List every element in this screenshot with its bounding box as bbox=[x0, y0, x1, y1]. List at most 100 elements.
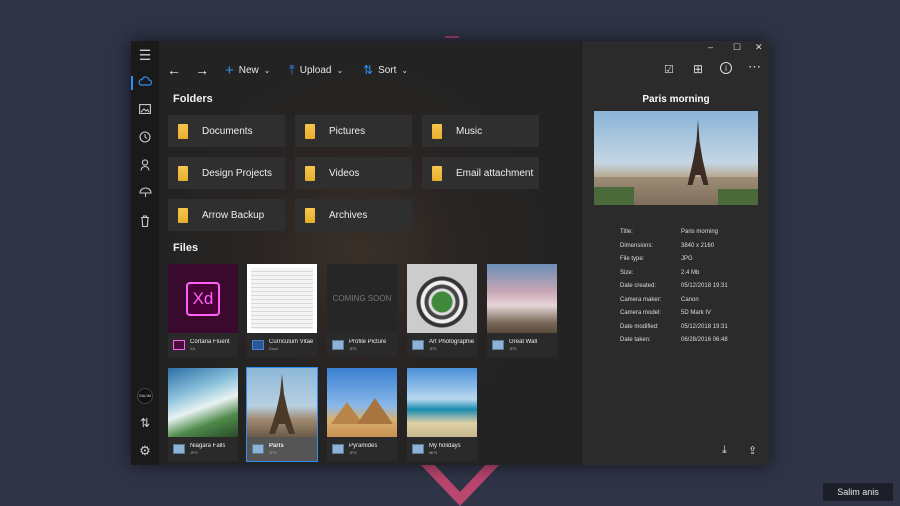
minimize-button[interactable]: – bbox=[708, 42, 713, 52]
property-row: Camera model: 5D Mark IV bbox=[620, 310, 728, 324]
document-thumbnail bbox=[247, 264, 317, 333]
pyramids-thumbnail bbox=[327, 368, 397, 437]
detail-preview-image bbox=[594, 111, 758, 205]
property-value: 05/12/2018 19:31 bbox=[681, 323, 728, 330]
new-button[interactable]: + New ⌄ bbox=[225, 57, 270, 83]
folder-label: Music bbox=[456, 125, 483, 137]
close-button[interactable]: ✕ bbox=[755, 42, 763, 53]
folder-documents[interactable]: Documents bbox=[168, 115, 285, 147]
download-icon[interactable]: ⤓ bbox=[722, 444, 727, 457]
file-tile[interactable]: Pyramides JPG bbox=[327, 368, 397, 461]
property-key: File type: bbox=[620, 256, 645, 262]
property-value: Canon bbox=[681, 296, 699, 303]
property-row: Date modified: 05/12/2018 19:31 bbox=[620, 324, 728, 338]
file-name: Pyramides bbox=[349, 443, 378, 449]
folder-icon bbox=[178, 207, 188, 223]
back-arrow-icon: ← bbox=[167, 62, 181, 78]
avatar[interactable]: SALIM bbox=[137, 388, 153, 404]
property-value: Paris morning bbox=[681, 229, 719, 235]
hamburger-icon[interactable]: ☰ bbox=[137, 47, 153, 63]
sort-button[interactable]: ⇅ Sort ⌄ bbox=[363, 57, 408, 83]
upload-button[interactable]: ⤒ Upload ⌄ bbox=[289, 57, 343, 83]
photos-icon[interactable] bbox=[137, 103, 153, 119]
folder-arrow-backup[interactable]: Arrow Backup bbox=[168, 199, 285, 231]
file-tile-selected[interactable]: Paris JPG bbox=[246, 367, 318, 462]
property-row: Date taken: 06/28/2016 06:48 bbox=[620, 337, 728, 351]
property-key: Camera model: bbox=[620, 310, 662, 316]
nav-rail: ☰ SALIM ⇅ ⚙ bbox=[131, 41, 159, 465]
cloud-icon[interactable] bbox=[137, 75, 153, 91]
folder-icon bbox=[305, 123, 315, 139]
shared-icon[interactable] bbox=[137, 159, 153, 175]
folder-pictures[interactable]: Pictures bbox=[295, 115, 412, 147]
file-tile[interactable]: Xd Cortana Fluent Xd bbox=[168, 264, 238, 357]
image-file-icon bbox=[492, 340, 504, 350]
property-row: Dimensions: 3840 x 2160 bbox=[620, 243, 728, 257]
file-name: My holidays bbox=[429, 443, 461, 449]
property-row: File type: JPG bbox=[620, 256, 728, 270]
property-key: Dimensions: bbox=[620, 242, 654, 249]
file-type: Xd bbox=[190, 346, 195, 351]
file-tile[interactable]: Curriculum Vitae Docx bbox=[247, 264, 317, 357]
great-wall-thumbnail bbox=[487, 264, 557, 333]
share-icon[interactable]: ⇪ bbox=[748, 444, 757, 457]
folder-label: Archives bbox=[329, 209, 368, 221]
property-key: Title: bbox=[620, 229, 633, 235]
back-button[interactable]: ← bbox=[167, 57, 181, 83]
property-row: Camera maker: Canon bbox=[620, 297, 728, 311]
property-key: Date created: bbox=[620, 283, 657, 289]
image-file-icon bbox=[412, 340, 424, 350]
file-tile[interactable]: Great Wall JPG bbox=[487, 264, 557, 357]
file-name: Cortana Fluent bbox=[190, 339, 230, 345]
sync-icon[interactable]: ⇅ bbox=[137, 415, 153, 431]
file-tile[interactable]: Art Photographie JPG bbox=[407, 264, 477, 357]
main-pane: ← → + New ⌄ ⤒ Upload ⌄ ⇅ Sort ⌄ Folders … bbox=[159, 41, 581, 465]
pyramid-icon bbox=[331, 398, 393, 424]
property-row: Title: Paris morning bbox=[620, 229, 728, 243]
property-key: Date modified: bbox=[620, 323, 659, 330]
folder-videos[interactable]: Videos bbox=[295, 157, 412, 189]
file-name: Art Photographie bbox=[429, 339, 475, 345]
xd-logo: Xd bbox=[186, 281, 220, 316]
property-value: 06/28/2016 06:48 bbox=[681, 337, 728, 343]
property-value: 2.4 Mb bbox=[681, 269, 700, 276]
info-icon[interactable]: i bbox=[720, 62, 732, 74]
file-tile[interactable]: My holidays MP4 bbox=[407, 368, 477, 461]
file-tile[interactable]: COMING SOON Profile Picture JPG bbox=[327, 264, 397, 357]
folder-music[interactable]: Music bbox=[422, 115, 539, 147]
folder-icon bbox=[178, 123, 188, 139]
image-file-icon bbox=[173, 444, 185, 454]
word-file-icon bbox=[252, 340, 264, 350]
folder-archives[interactable]: Archives bbox=[295, 199, 412, 231]
forward-button[interactable]: → bbox=[195, 57, 209, 83]
backup-icon[interactable] bbox=[137, 187, 153, 203]
xd-thumbnail: Xd bbox=[168, 264, 238, 333]
more-options-icon[interactable]: ⋯ bbox=[748, 59, 761, 75]
file-name: Paris bbox=[269, 443, 284, 449]
coming-soon-thumbnail: COMING SOON bbox=[327, 264, 397, 333]
eiffel-tower-icon bbox=[269, 374, 295, 434]
folder-icon bbox=[178, 165, 188, 181]
folder-design-projects[interactable]: Design Projects bbox=[168, 157, 285, 189]
image-file-icon bbox=[252, 444, 264, 454]
chevron-down-icon: ⌄ bbox=[336, 65, 344, 75]
sort-icon: ⇅ bbox=[363, 63, 374, 77]
recent-icon[interactable] bbox=[137, 131, 153, 147]
paris-thumbnail bbox=[247, 368, 317, 437]
property-value: 3840 x 2160 bbox=[681, 242, 715, 249]
upload-icon: ⤒ bbox=[289, 62, 295, 77]
file-tile[interactable]: Niagara Falls JPG bbox=[168, 368, 238, 461]
maximize-button[interactable]: ☐ bbox=[733, 42, 741, 53]
grid-view-icon[interactable]: ⊞ bbox=[693, 62, 703, 76]
image-file-icon bbox=[332, 340, 344, 350]
settings-icon[interactable]: ⚙ bbox=[137, 443, 153, 459]
toolbar: ← → + New ⌄ ⤒ Upload ⌄ ⇅ Sort ⌄ bbox=[159, 57, 581, 83]
forward-arrow-icon: → bbox=[195, 62, 209, 78]
select-mode-icon[interactable]: ☑ bbox=[664, 63, 674, 76]
file-type: JPG bbox=[349, 450, 357, 455]
folder-email-attachment[interactable]: Email attachment bbox=[422, 157, 539, 189]
app-window: ☰ SALIM ⇅ ⚙ ← → + New ⌄ ⤒ Upload ⌄ ⇅ Sor… bbox=[131, 41, 769, 465]
folder-icon bbox=[432, 165, 442, 181]
trash-icon[interactable] bbox=[137, 215, 153, 231]
property-key: Date taken: bbox=[620, 337, 651, 343]
